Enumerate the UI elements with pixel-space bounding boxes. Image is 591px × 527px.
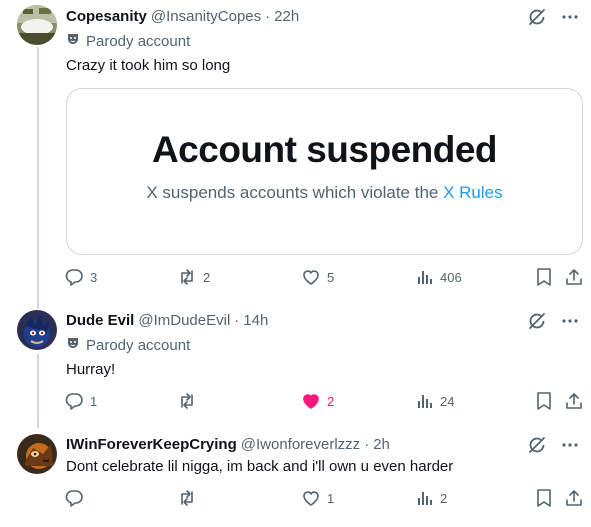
heart-icon [303, 394, 319, 409]
more-icon[interactable] [561, 312, 579, 330]
reply-icon [65, 490, 83, 507]
share-button[interactable] [564, 487, 584, 509]
bookmark-icon [537, 268, 551, 286]
views-count: 406 [440, 269, 462, 285]
repost-count: 2 [203, 269, 211, 285]
reply-button[interactable]: 1 [64, 390, 97, 412]
views-count: 2 [440, 490, 448, 506]
reply-button[interactable] [64, 487, 90, 509]
like-count: 2 [327, 393, 335, 409]
reply-icon [65, 269, 83, 286]
like-button[interactable]: 2 [301, 390, 334, 412]
display-name[interactable]: IWinForeverKeepCrying [66, 436, 237, 453]
separator-dot: · [265, 8, 271, 25]
tweet-top-actions [527, 311, 579, 331]
tweet-actions: 1 2 24 [64, 390, 583, 412]
more-icon[interactable] [561, 436, 579, 454]
card-subtitle-text: X suspends accounts which violate the [146, 183, 444, 202]
card-subtitle: X suspends accounts which violate the X … [67, 183, 582, 203]
repost-button[interactable]: 2 [177, 266, 210, 288]
timestamp[interactable]: 14h [243, 312, 268, 329]
bookmark-icon [537, 489, 551, 507]
views-icon [418, 395, 432, 408]
like-button[interactable]: 1 [301, 487, 334, 509]
views-button[interactable]: 2 [416, 487, 447, 509]
tweet-header: IWinForeverKeepCrying @Iwonforeverlzzz ·… [66, 436, 390, 453]
parody-label-text: Parody account [86, 32, 191, 50]
x-rules-link[interactable]: X Rules [443, 183, 503, 202]
like-count: 1 [327, 490, 335, 506]
bookmark-button[interactable] [535, 390, 553, 412]
timestamp[interactable]: 2h [373, 436, 390, 453]
views-button[interactable]: 24 [416, 390, 454, 412]
grok-icon[interactable] [527, 7, 547, 27]
share-icon [566, 269, 582, 285]
share-button[interactable] [564, 390, 584, 412]
avatar[interactable] [17, 434, 57, 474]
bookmark-button[interactable] [535, 266, 553, 288]
share-button[interactable] [564, 266, 584, 288]
bookmark-button[interactable] [535, 487, 553, 509]
share-icon [566, 490, 582, 506]
repost-button[interactable] [177, 390, 203, 412]
user-handle[interactable]: @InsanityCopes [151, 8, 261, 25]
user-handle[interactable]: @ImDudeEvil [138, 312, 230, 329]
thread-line [37, 47, 39, 309]
repost-icon [181, 490, 193, 506]
avatar[interactable] [17, 5, 57, 45]
bookmark-icon [537, 392, 551, 410]
parody-mask-icon [66, 336, 80, 354]
parody-label-text: Parody account [86, 336, 191, 354]
parody-mask-icon [66, 32, 80, 50]
share-icon [566, 393, 582, 409]
tweet-top-actions [527, 435, 579, 455]
separator-dot: · [364, 436, 370, 453]
parody-label: Parody account [66, 32, 190, 50]
parody-label: Parody account [66, 336, 190, 354]
reply-count: 3 [90, 269, 98, 285]
views-icon [418, 492, 432, 505]
views-icon [418, 271, 432, 284]
timestamp[interactable]: 22h [274, 8, 299, 25]
more-icon[interactable] [561, 8, 579, 26]
separator-dot: · [234, 312, 240, 329]
tweet-text: Dont celebrate lil nigga, im back and i'… [66, 458, 454, 475]
grok-icon[interactable] [527, 311, 547, 331]
tweet-actions: 3 2 5 406 [64, 266, 583, 288]
tweet-header: Dude Evil @ImDudeEvil · 14h [66, 312, 268, 329]
display-name[interactable]: Dude Evil [66, 312, 134, 329]
tweet-text: Hurray! [66, 361, 116, 378]
like-button[interactable]: 5 [301, 266, 334, 288]
card-title: Account suspended [151, 129, 498, 170]
link-card[interactable]: Account suspended X suspends accounts wh… [66, 88, 583, 255]
tweet-text: Crazy it took him so long [66, 57, 231, 74]
tweet-top-actions [527, 7, 579, 27]
thread-line [37, 354, 39, 428]
reply-button[interactable]: 3 [64, 266, 97, 288]
grok-icon[interactable] [527, 435, 547, 455]
display-name[interactable]: Copesanity [66, 8, 147, 25]
heart-icon [303, 270, 319, 285]
repost-icon [181, 269, 193, 285]
avatar[interactable] [17, 310, 57, 350]
like-count: 5 [327, 269, 335, 285]
repost-icon [181, 393, 193, 409]
views-count: 24 [440, 393, 455, 409]
tweet-header: Copesanity @InsanityCopes · 22h [66, 8, 299, 25]
views-button[interactable]: 406 [416, 266, 462, 288]
reply-count: 1 [90, 393, 98, 409]
tweet-actions: 1 2 [64, 487, 583, 509]
user-handle[interactable]: @Iwonforeverlzzz [241, 436, 360, 453]
reply-icon [65, 393, 83, 410]
repost-button[interactable] [177, 487, 203, 509]
heart-icon [303, 491, 319, 506]
